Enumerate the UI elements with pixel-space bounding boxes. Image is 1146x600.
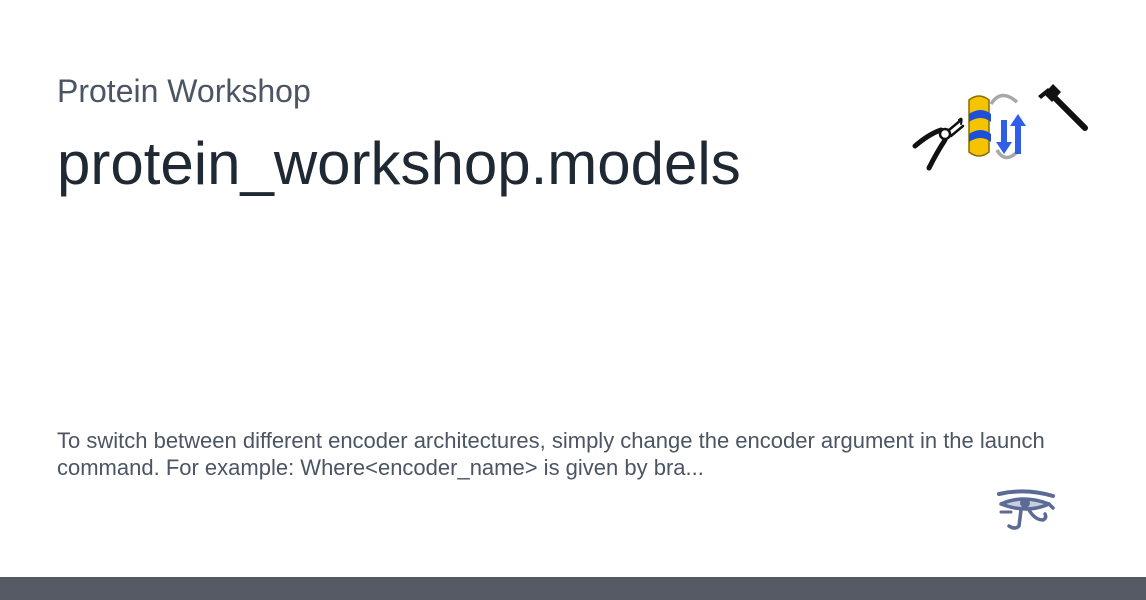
social-card: Protein Workshop protein_workshop.models	[0, 0, 1146, 577]
pliers-icon	[912, 117, 965, 171]
protein-helix-icon	[968, 93, 1019, 160]
beta-strand-arrows-icon	[996, 114, 1026, 154]
site-name: Protein Workshop	[57, 73, 311, 109]
eye-of-horus-icon	[997, 489, 1055, 530]
protein-workshop-logo	[912, 84, 1088, 171]
page-description: To switch between different encoder arch…	[57, 428, 1045, 480]
hammer-icon	[1038, 84, 1088, 131]
footer-bar	[0, 577, 1146, 600]
page-title: protein_workshop.models	[57, 130, 741, 197]
